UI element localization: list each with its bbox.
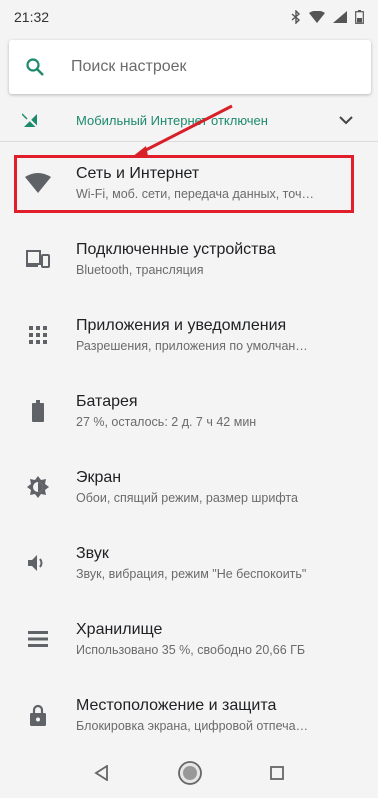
setting-storage[interactable]: Хранилище Использовано 35 %, свободно 20… <box>0 601 378 677</box>
setting-subtitle: Звук, вибрация, режим "Не беспокоить" <box>76 567 307 581</box>
battery-status-icon <box>355 10 364 24</box>
bluetooth-icon <box>291 10 301 24</box>
wifi-icon <box>18 173 58 193</box>
setting-apps[interactable]: Приложения и уведомления Разрешения, при… <box>0 297 378 373</box>
mobile-data-off-icon <box>22 112 62 128</box>
suggestion-text: Мобильный Интернет отключен <box>76 112 268 128</box>
setting-connected-devices[interactable]: Подключенные устройства Bluetooth, транс… <box>0 221 378 297</box>
setting-subtitle: Обои, спящий режим, размер шрифта <box>76 491 298 505</box>
search-bar[interactable]: Поиск настроек <box>9 40 371 94</box>
devices-icon <box>18 249 58 269</box>
setting-title: Местоположение и защита <box>76 697 277 714</box>
setting-network[interactable]: Сеть и Интернет Wi-Fi, моб. сети, переда… <box>0 145 378 221</box>
setting-location-security[interactable]: Местоположение и защита Блокировка экран… <box>0 677 378 753</box>
signal-icon <box>333 11 347 23</box>
mobile-data-suggestion[interactable]: Мобильный Интернет отключен <box>0 100 378 140</box>
setting-title: Звук <box>76 545 109 562</box>
status-icons <box>291 10 364 24</box>
recents-icon[interactable] <box>270 766 285 780</box>
volume-icon <box>18 553 58 573</box>
battery-icon <box>18 400 58 422</box>
setting-subtitle: Wi-Fi, моб. сети, передача данных, точ… <box>76 187 314 201</box>
setting-title: Хранилище <box>76 621 163 638</box>
apps-icon <box>18 325 58 345</box>
lock-icon <box>18 704 58 726</box>
brightness-icon <box>18 475 58 499</box>
setting-sound[interactable]: Звук Звук, вибрация, режим "Не беспокоит… <box>0 525 378 601</box>
setting-subtitle: Использовано 35 %, свободно 20,66 ГБ <box>76 643 306 657</box>
chevron-down-icon[interactable] <box>334 115 358 125</box>
setting-title: Приложения и уведомления <box>76 317 287 334</box>
setting-subtitle: Блокировка экрана, цифровой отпеча… <box>76 719 309 733</box>
setting-display[interactable]: Экран Обои, спящий режим, размер шрифта <box>0 449 378 525</box>
status-time: 21:32 <box>14 9 50 25</box>
back-icon[interactable] <box>93 765 110 781</box>
home-icon[interactable] <box>177 760 203 786</box>
search-icon <box>9 57 61 77</box>
setting-subtitle: 27 %, осталось: 2 д. 7 ч 42 мин <box>76 415 257 429</box>
setting-title: Батарея <box>76 393 138 410</box>
setting-subtitle: Bluetooth, трансляция <box>76 263 204 277</box>
setting-title: Подключенные устройства <box>76 241 276 258</box>
search-placeholder: Поиск настроек <box>71 58 187 75</box>
wifi-status-icon <box>309 11 325 23</box>
divider <box>0 141 378 142</box>
status-bar: 21:32 <box>0 0 378 34</box>
setting-title: Сеть и Интернет <box>76 165 200 182</box>
settings-list: Сеть и Интернет Wi-Fi, моб. сети, переда… <box>0 145 378 753</box>
setting-battery[interactable]: Батарея 27 %, осталось: 2 д. 7 ч 42 мин <box>0 373 378 449</box>
navigation-bar <box>0 748 378 798</box>
storage-icon <box>18 630 58 648</box>
setting-subtitle: Разрешения, приложения по умолчан… <box>76 339 308 353</box>
setting-title: Экран <box>76 469 122 486</box>
